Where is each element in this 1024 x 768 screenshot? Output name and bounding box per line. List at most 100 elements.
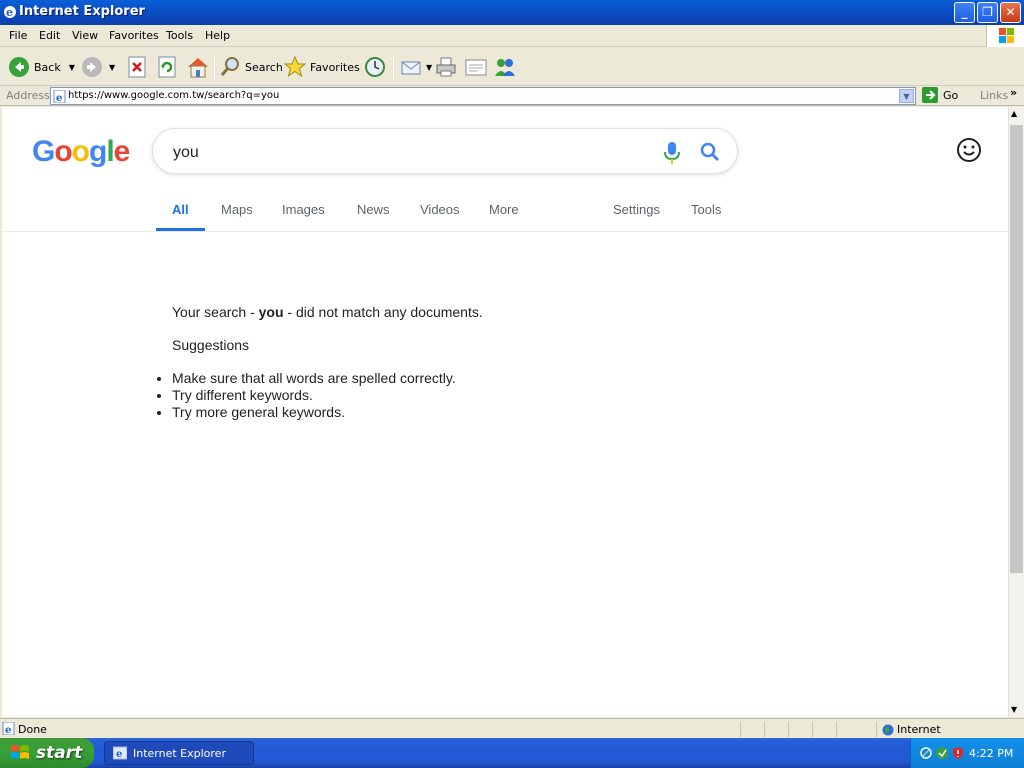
ie-window: e Internet Explorer _ ❐ ✕ File Edit View… [0, 0, 1024, 738]
logo-letter: o [71, 135, 90, 168]
tab-images[interactable]: Images [282, 202, 325, 217]
menu-bar: File Edit View Favorites Tools Help [0, 25, 1024, 47]
refresh-button[interactable] [157, 53, 177, 81]
no-results-message: Your search - you - did not match any do… [172, 304, 483, 320]
menu-file[interactable]: File [9, 29, 27, 42]
microphone-icon[interactable] [661, 141, 683, 165]
scroll-thumb[interactable] [1010, 125, 1023, 573]
status-pane [764, 721, 765, 737]
go-button[interactable]: Go [922, 87, 958, 103]
standard-toolbar: Back ▼ ▼ Search Favorites ▼ [0, 48, 1024, 86]
messenger-button[interactable] [493, 53, 517, 81]
network-icon[interactable] [919, 746, 933, 760]
address-input[interactable]: e https://www.google.com.tw/search?q=you… [50, 87, 916, 105]
start-label: start [36, 743, 83, 763]
home-button[interactable] [186, 53, 210, 81]
no-results-term: you [258, 304, 284, 320]
search-input[interactable]: you [173, 144, 199, 162]
no-results-prefix: Your search - [172, 304, 259, 320]
status-pane [788, 721, 789, 737]
print-button[interactable] [435, 53, 457, 81]
list-item: Try different keywords. [172, 387, 456, 404]
logo-letter: l [106, 135, 114, 168]
menu-view[interactable]: View [72, 29, 98, 42]
mail-icon [401, 61, 421, 75]
tab-more[interactable]: More [489, 202, 519, 217]
close-button[interactable]: ✕ [1000, 2, 1021, 23]
vertical-scrollbar[interactable]: ▲ ▼ [1008, 107, 1024, 717]
toolbar-separator [393, 55, 394, 79]
stop-button[interactable] [127, 53, 147, 81]
update-icon[interactable] [935, 746, 949, 760]
system-tray: 4:22 PM [910, 738, 1024, 768]
star-icon [284, 56, 306, 78]
menu-edit[interactable]: Edit [39, 29, 60, 42]
scroll-up-icon[interactable]: ▲ [1011, 109, 1017, 118]
address-bar: Address e https://www.google.com.tw/sear… [0, 86, 1024, 106]
tab-tools[interactable]: Tools [691, 202, 721, 217]
search-icon[interactable] [699, 141, 721, 163]
menu-tools[interactable]: Tools [166, 29, 193, 42]
chevron-down-icon[interactable]: ▼ [426, 63, 432, 72]
tab-maps[interactable]: Maps [221, 202, 253, 217]
address-dropdown-button[interactable]: ▼ [899, 89, 914, 103]
tab-all[interactable]: All [172, 202, 189, 217]
suggestions-heading: Suggestions [172, 337, 250, 353]
forward-button[interactable]: ▼ [81, 53, 115, 81]
logo-letter: g [89, 135, 107, 168]
toolbar-separator [214, 55, 215, 79]
go-arrow-icon [922, 87, 938, 103]
clock[interactable]: 4:22 PM [969, 747, 1013, 760]
taskbar-item-label: Internet Explorer [133, 746, 226, 760]
minimize-button[interactable]: _ [954, 2, 975, 23]
address-label: Address [6, 89, 50, 102]
mail-button[interactable]: ▼ [400, 53, 432, 81]
restore-button[interactable]: ❐ [977, 2, 998, 23]
start-button[interactable]: start [0, 738, 94, 768]
active-tab-indicator [156, 228, 205, 231]
chevron-down-icon[interactable]: ▼ [69, 63, 75, 72]
ie-icon: e [4, 6, 16, 19]
menu-favorites[interactable]: Favorites [109, 29, 159, 42]
taskbar: start e Internet Explorer 4:22 PM [0, 738, 1024, 768]
menu-help[interactable]: Help [205, 29, 230, 42]
globe-icon [882, 724, 894, 735]
svg-text:e: e [116, 749, 122, 760]
google-logo[interactable]: Google [32, 135, 130, 169]
status-bar: e Done Internet [0, 718, 1024, 738]
search-box[interactable]: you [152, 128, 738, 174]
go-label: Go [943, 88, 959, 102]
tab-settings[interactable]: Settings [613, 202, 660, 217]
security-shield-icon[interactable] [951, 746, 965, 760]
address-url: https://www.google.com.tw/search?q=you [68, 90, 280, 101]
links-label[interactable]: Links [980, 89, 1008, 102]
chevron-down-icon[interactable]: ▼ [109, 63, 115, 72]
smiley-feedback-icon[interactable] [956, 137, 982, 163]
magnifier-icon [220, 57, 239, 76]
title-bar[interactable]: e Internet Explorer _ ❐ ✕ [0, 0, 1024, 25]
scroll-down-icon[interactable]: ▼ [1011, 705, 1017, 714]
tab-videos[interactable]: Videos [420, 202, 460, 217]
history-button[interactable] [363, 53, 387, 81]
security-zone[interactable]: Internet [882, 723, 941, 736]
windows-flag-icon [11, 745, 29, 759]
stop-icon [128, 56, 146, 78]
status-pane [740, 721, 741, 737]
edit-page-icon [465, 59, 487, 76]
search-label: Search [245, 60, 283, 74]
search-button[interactable]: Search [219, 53, 283, 81]
logo-letter: G [32, 135, 55, 168]
tab-news[interactable]: News [357, 202, 390, 217]
chevron-right-double-icon[interactable]: » [1010, 86, 1017, 99]
taskbar-item-internet-explorer[interactable]: e Internet Explorer [104, 741, 254, 765]
edit-button[interactable] [464, 53, 488, 81]
zone-label: Internet [897, 723, 941, 736]
back-button[interactable]: Back ▼ [8, 53, 75, 81]
printer-icon [436, 57, 456, 77]
status-pane [836, 721, 837, 737]
forward-arrow-icon [82, 57, 102, 77]
status-pane [876, 721, 877, 737]
favorites-button[interactable]: Favorites [284, 53, 360, 81]
back-arrow-icon [9, 57, 29, 77]
svg-text:e: e [56, 93, 62, 103]
